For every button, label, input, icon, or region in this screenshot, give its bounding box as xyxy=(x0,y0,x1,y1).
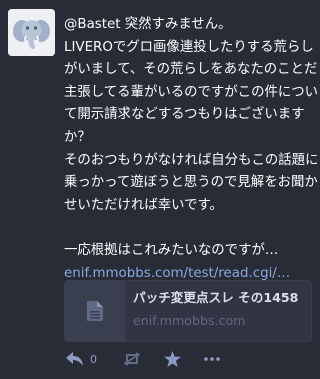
document-icon xyxy=(87,301,103,321)
card-body: パッチ変更点スレ その1458 enif.mmobbs.com xyxy=(125,281,306,341)
status-line: か？ xyxy=(64,129,91,145)
status-line: 乗っかって遊ぼうと思うので見解をお聞か xyxy=(64,175,318,191)
link-preview-card[interactable]: パッチ変更点スレ その1458 enif.mmobbs.com xyxy=(64,280,312,342)
status-item: @Bastet 突然すみません。 LIVEROでグロ画像連投したりする荒らし が… xyxy=(0,0,320,379)
status-action-bar: 0 xyxy=(64,348,314,370)
status-line: 一応根拠はこれみたいなのですが… xyxy=(64,242,279,258)
card-host: enif.mmobbs.com xyxy=(133,313,246,328)
boost-button[interactable] xyxy=(122,348,142,370)
elephant-avatar-icon xyxy=(8,9,55,56)
ellipsis-icon xyxy=(204,357,220,361)
reply-count: 0 xyxy=(90,352,97,366)
status-line: @Bastet 突然すみません。 xyxy=(64,17,232,32)
favourite-button[interactable] xyxy=(164,348,181,370)
boost-disabled-icon xyxy=(124,352,140,366)
reply-button[interactable]: 0 xyxy=(66,348,97,370)
star-icon xyxy=(164,351,181,367)
status-line: 主張してる輩がいるのですがこの件につい xyxy=(64,84,319,100)
status-line-blank xyxy=(64,217,314,240)
status-content: @Bastet 突然すみません。 LIVEROでグロ画像連投したりする荒らし が… xyxy=(64,14,320,285)
status-line: せいただければ幸いです。 xyxy=(64,197,223,213)
status-line: て開示請求などするつもりはございます xyxy=(64,107,305,123)
card-thumbnail xyxy=(65,281,125,341)
avatar[interactable] xyxy=(8,9,55,56)
card-title: パッチ変更点スレ その1458 xyxy=(133,290,299,305)
status-line: そのおつもりがなければ自分もこの話題に xyxy=(64,152,319,168)
more-button[interactable] xyxy=(204,348,220,370)
status-line: がいまして、その荒らしをあなたのことだと xyxy=(64,62,320,78)
status-line: LIVEROでグロ画像連投したりする荒らし xyxy=(64,39,314,55)
reply-icon xyxy=(66,351,83,366)
